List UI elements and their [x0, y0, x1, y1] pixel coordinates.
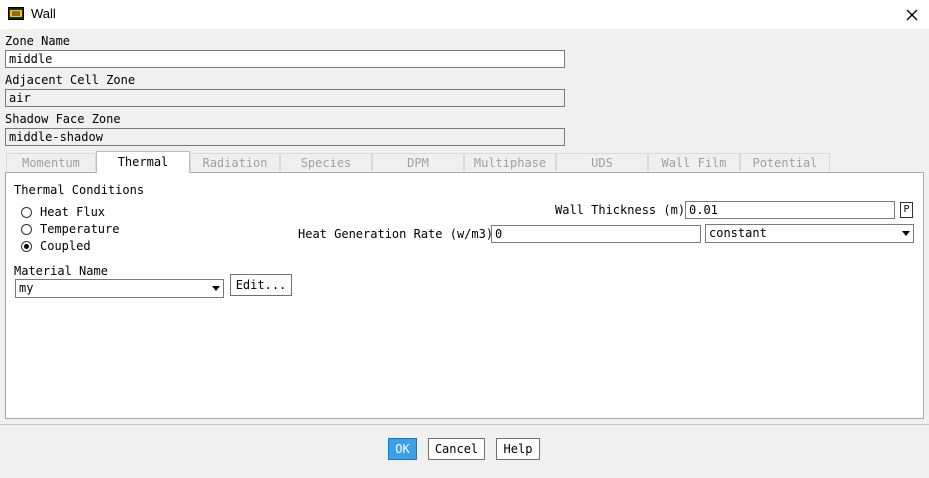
radio-temperature[interactable]: Temperature: [21, 222, 131, 239]
tab-uds[interactable]: UDS: [556, 153, 648, 171]
tab-species[interactable]: Species: [280, 153, 372, 171]
radio-temperature-indicator: [21, 224, 32, 235]
shadow-face-zone-label: Shadow Face Zone: [5, 112, 121, 126]
radio-heat-flux[interactable]: Heat Flux: [21, 205, 131, 222]
radio-heat-flux-label: Heat Flux: [40, 205, 106, 219]
tab-dpm[interactable]: DPM: [372, 153, 464, 171]
tab-wall-film[interactable]: Wall Film: [648, 153, 740, 171]
heat-generation-method-value: constant: [709, 226, 767, 240]
edit-material-button[interactable]: Edit...: [230, 274, 292, 296]
heat-generation-rate-label: Heat Generation Rate (w/m3): [298, 227, 494, 241]
radio-coupled-label: Coupled: [40, 239, 91, 253]
wall-thickness-input[interactable]: [685, 201, 895, 219]
footer-divider: [0, 424, 929, 425]
tab-bar: Momentum Thermal Radiation Species DPM M…: [6, 151, 929, 173]
heat-generation-rate-input[interactable]: [491, 225, 701, 243]
parameter-p-button[interactable]: P: [900, 202, 913, 218]
app-icon: [8, 7, 24, 20]
wall-thickness-label: Wall Thickness (m): [555, 203, 686, 217]
chevron-down-icon: [212, 286, 220, 291]
help-button[interactable]: Help: [496, 438, 540, 460]
cancel-button[interactable]: Cancel: [428, 438, 485, 460]
thermal-conditions-title: Thermal Conditions: [14, 183, 145, 197]
window-title: Wall: [31, 6, 56, 21]
radio-coupled-indicator: [21, 241, 32, 252]
radio-temperature-label: Temperature: [40, 222, 120, 236]
chevron-down-icon: [902, 231, 910, 236]
tab-potential[interactable]: Potential: [740, 153, 830, 171]
material-name-label: Material Name: [14, 264, 108, 278]
shadow-face-zone-field: [5, 128, 565, 146]
ok-button[interactable]: OK: [388, 438, 417, 460]
radio-heat-flux-indicator: [21, 207, 32, 218]
tab-momentum[interactable]: Momentum: [6, 153, 96, 171]
material-name-value: my: [19, 281, 34, 295]
zone-name-input[interactable]: [5, 50, 565, 68]
radio-coupled[interactable]: Coupled: [21, 239, 131, 256]
material-name-select[interactable]: my: [15, 279, 224, 298]
adjacent-cell-zone-label: Adjacent Cell Zone: [5, 73, 136, 87]
tab-thermal[interactable]: Thermal: [96, 151, 190, 173]
heat-generation-method-select[interactable]: constant: [705, 224, 914, 243]
tab-multiphase[interactable]: Multiphase: [464, 153, 556, 171]
zone-name-label: Zone Name: [5, 34, 71, 48]
title-bar: Wall: [0, 0, 929, 29]
close-icon[interactable]: [902, 5, 922, 25]
adjacent-cell-zone-field: [5, 89, 565, 107]
tab-radiation[interactable]: Radiation: [190, 153, 280, 171]
